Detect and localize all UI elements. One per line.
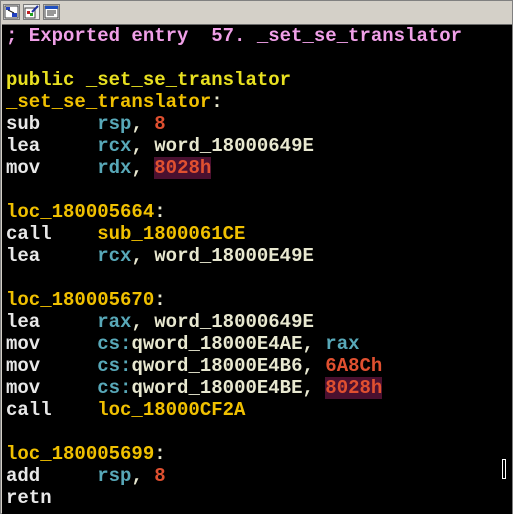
label-colon: : <box>154 289 166 311</box>
code-line[interactable]: lea rcx, word_18000E49E <box>6 245 462 267</box>
code-line[interactable]: loc_180005699: <box>6 443 462 465</box>
immediate-value: 8028h <box>325 377 383 399</box>
code-line[interactable] <box>6 179 462 201</box>
disassembly-window: ; Exported entry 57. _set_se_translatorp… <box>0 0 513 514</box>
mnemonic: lea <box>6 245 41 267</box>
code-lines: ; Exported entry 57. _set_se_translatorp… <box>6 25 462 509</box>
code-line[interactable]: ; Exported entry 57. _set_se_translator <box>6 25 462 47</box>
loc-label[interactable]: loc_180005670 <box>6 289 154 311</box>
code-line[interactable]: lea rax, word_18000649E <box>6 311 462 333</box>
symbol-operand[interactable]: word_18000649E <box>154 311 314 333</box>
mnemonic: lea <box>6 135 41 157</box>
code-line[interactable]: sub rsp, 8 <box>6 113 462 135</box>
mnemonic: sub <box>6 113 41 135</box>
code-line[interactable]: mov cs:qword_18000E4B6, 6A8Ch <box>6 355 462 377</box>
code-line[interactable]: mov rdx, 8028h <box>6 157 462 179</box>
operand-separator: , <box>131 135 155 157</box>
public-keyword: public <box>6 69 75 91</box>
mnemonic: mov <box>6 157 41 179</box>
disassembly-view[interactable]: ; Exported entry 57. _set_se_translatorp… <box>2 24 512 514</box>
label-colon: : <box>154 443 166 465</box>
symbol-operand[interactable]: word_18000649E <box>154 135 314 157</box>
register-operand: rsp <box>97 465 132 487</box>
mnemonic: lea <box>6 311 41 333</box>
register-operand: rsp <box>97 113 132 135</box>
code-line[interactable]: mov cs:qword_18000E4AE, rax <box>6 333 462 355</box>
comment-text: ; Exported entry 57. _set_se_translator <box>6 25 463 47</box>
code-line[interactable]: lea rcx, word_18000649E <box>6 135 462 157</box>
operand-separator: , <box>131 157 155 179</box>
loc-label[interactable]: loc_180005664 <box>6 201 154 223</box>
code-line[interactable]: public _set_se_translator <box>6 69 462 91</box>
public-symbol[interactable]: _set_se_translator <box>86 69 291 91</box>
proc-label[interactable]: _set_se_translator <box>6 91 211 113</box>
code-line[interactable]: loc_180005664: <box>6 201 462 223</box>
code-line[interactable] <box>6 267 462 289</box>
segment-prefix: cs: <box>97 355 132 377</box>
code-line[interactable]: mov cs:qword_18000E4BE, 8028h <box>6 377 462 399</box>
mnemonic: mov <box>6 377 41 399</box>
code-line[interactable]: _set_se_translator: <box>6 91 462 113</box>
immediate-value: 6A8Ch <box>325 355 383 377</box>
immediate-value: 8028h <box>154 157 212 179</box>
symbol-operand[interactable]: qword_18000E4B6 <box>131 355 302 377</box>
register-operand: rax <box>325 333 360 355</box>
label-colon: : <box>211 91 223 113</box>
text-cursor <box>502 459 506 479</box>
code-line[interactable]: retn <box>6 487 462 509</box>
operand-separator: , <box>302 333 326 355</box>
mnemonic: add <box>6 465 41 487</box>
label-colon: : <box>154 201 166 223</box>
register-operand: rax <box>97 311 132 333</box>
segment-prefix: cs: <box>97 377 132 399</box>
call-target[interactable]: loc_18000CF2A <box>97 399 245 421</box>
operand-separator: , <box>131 245 155 267</box>
symbol-operand[interactable]: qword_18000E4BE <box>131 377 302 399</box>
mnemonic: mov <box>6 355 41 377</box>
immediate-value: 8 <box>154 113 166 135</box>
code-line[interactable]: loc_180005670: <box>6 289 462 311</box>
operand-separator: , <box>131 311 155 333</box>
mnemonic: call <box>6 399 52 421</box>
mnemonic: call <box>6 223 52 245</box>
operand-separator: , <box>302 355 326 377</box>
operand-separator: , <box>302 377 326 399</box>
text-view-icon[interactable] <box>43 4 60 20</box>
loc-label[interactable]: loc_180005699 <box>6 443 154 465</box>
operand-separator: , <box>131 465 155 487</box>
graph-view-icon[interactable] <box>3 4 20 20</box>
code-line[interactable] <box>6 47 462 69</box>
toolbar <box>1 1 512 24</box>
mnemonic: retn <box>6 487 52 509</box>
immediate-value: 8 <box>154 465 166 487</box>
mnemonic: mov <box>6 333 41 355</box>
code-line[interactable]: call sub_1800061CE <box>6 223 462 245</box>
edit-icon[interactable] <box>23 4 40 20</box>
register-operand: rdx <box>97 157 132 179</box>
symbol-operand[interactable]: qword_18000E4AE <box>131 333 302 355</box>
symbol-operand[interactable]: word_18000E49E <box>154 245 314 267</box>
operand-separator: , <box>131 113 155 135</box>
code-line[interactable] <box>6 421 462 443</box>
register-operand: rcx <box>97 245 132 267</box>
code-line[interactable]: add rsp, 8 <box>6 465 462 487</box>
code-line[interactable]: call loc_18000CF2A <box>6 399 462 421</box>
register-operand: rcx <box>97 135 132 157</box>
segment-prefix: cs: <box>97 333 132 355</box>
call-target[interactable]: sub_1800061CE <box>97 223 245 245</box>
